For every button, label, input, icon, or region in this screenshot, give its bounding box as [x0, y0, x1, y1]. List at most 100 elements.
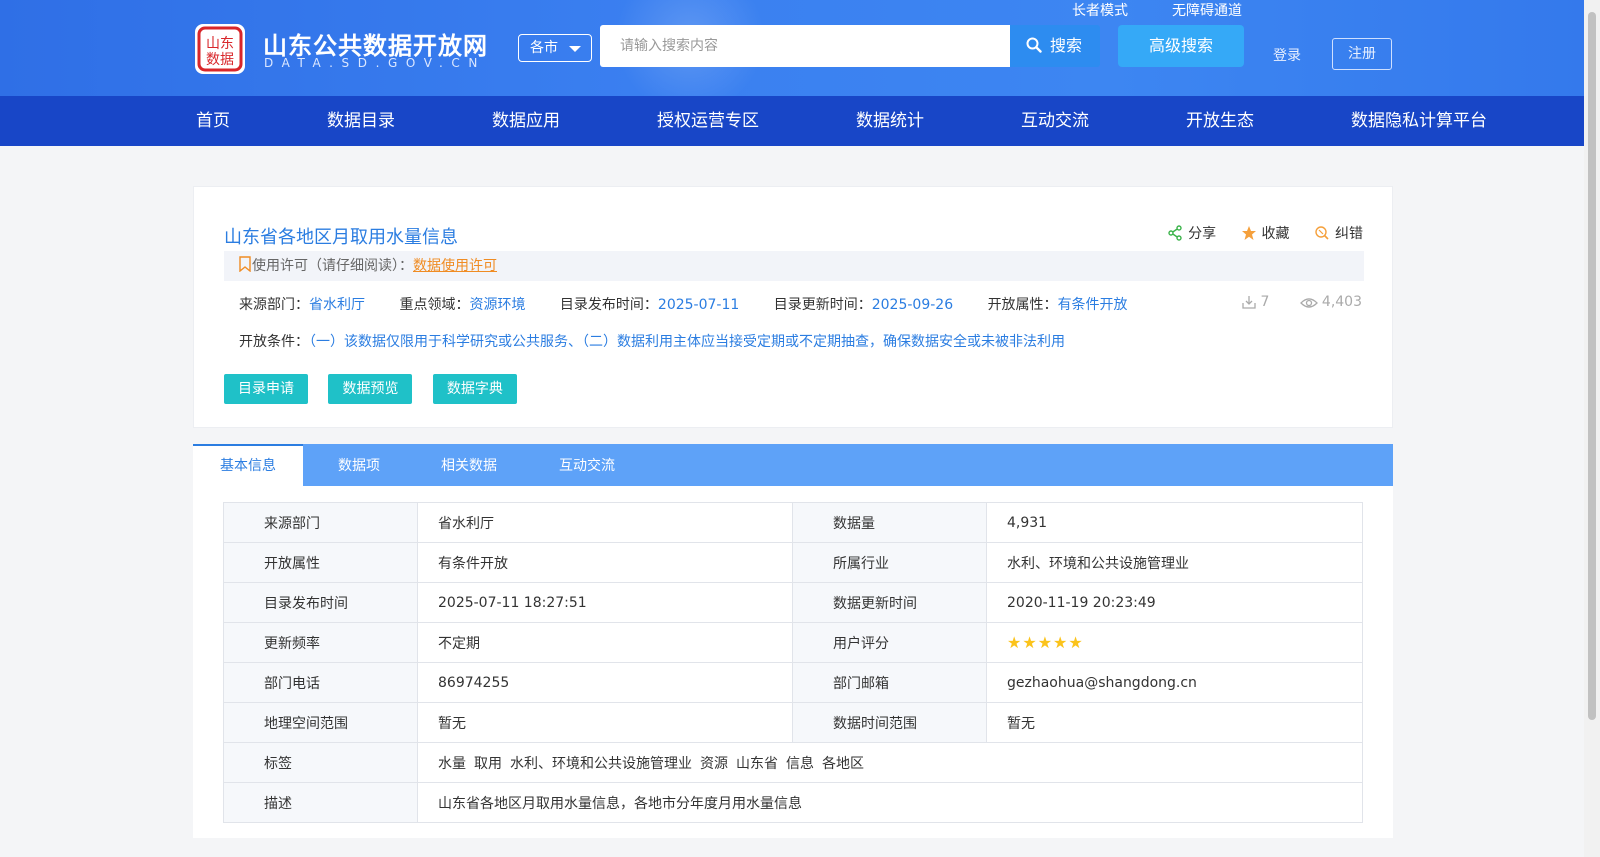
share-button[interactable]: 分享 — [1167, 223, 1216, 243]
city-select-label: 各市 — [530, 40, 558, 56]
domain-value[interactable]: 资源环境 — [469, 297, 525, 313]
nav-item-apps[interactable]: 数据应用 — [492, 96, 560, 146]
search-icon — [1026, 37, 1042, 53]
nav-item-ecosystem[interactable]: 开放生态 — [1186, 96, 1254, 146]
star-icon — [1241, 226, 1256, 240]
search-placeholder: 请输入搜索内容 — [620, 38, 718, 54]
tag[interactable]: 水量 — [438, 756, 466, 772]
source-value[interactable]: 省水利厅 — [309, 297, 365, 313]
row-label: 目录发布时间 — [223, 582, 418, 623]
site-logo[interactable]: 山东 数据 — [193, 22, 247, 76]
dataset-title: 山东省各地区月取用水量信息 — [224, 227, 458, 248]
search-input[interactable]: 请输入搜索内容 — [600, 25, 1010, 67]
share-label: 分享 — [1188, 226, 1217, 242]
row-value: 86974255 — [417, 662, 793, 703]
elder-mode-link[interactable]: 长者模式 — [1072, 0, 1128, 20]
row-label: 更新频率 — [223, 622, 418, 663]
tab-interaction[interactable]: 互动交流 — [537, 444, 637, 486]
row-label: 所属行业 — [792, 542, 987, 583]
advanced-search-button[interactable]: 高级搜索 — [1118, 25, 1244, 67]
update-value: 2025-09-26 — [871, 297, 954, 313]
row-value: 暂无 — [417, 702, 793, 743]
login-link[interactable]: 登录 — [1273, 45, 1301, 65]
tab-data-items[interactable]: 数据项 — [319, 444, 399, 486]
dataset-buttons: 目录申请 数据预览 数据字典 — [224, 374, 533, 404]
chevron-down-icon — [569, 46, 581, 52]
license-link[interactable]: 数据使用许可 — [413, 258, 497, 274]
domain-label: 重点领域： — [399, 297, 470, 313]
search-button-label: 搜索 — [1050, 36, 1083, 55]
accessibility-link[interactable]: 无障碍通道 — [1172, 0, 1242, 20]
rating-star-icon: ★ — [1022, 633, 1037, 652]
nav-item-home[interactable]: 首页 — [196, 96, 230, 146]
publish-label: 目录发布时间： — [559, 297, 658, 313]
row-label: 描述 — [223, 782, 418, 823]
tag[interactable]: 取用 — [474, 756, 502, 772]
data-preview-button[interactable]: 数据预览 — [328, 374, 413, 404]
tab-basic-info[interactable]: 基本信息 — [193, 444, 303, 486]
register-button[interactable]: 注册 — [1332, 38, 1392, 70]
tag[interactable]: 各地区 — [822, 756, 864, 772]
scrollbar-thumb[interactable] — [1588, 12, 1596, 720]
row-label: 部门电话 — [223, 662, 418, 703]
share-icon — [1168, 225, 1182, 241]
site-domain: DATA.SD.GOV.CN — [264, 56, 486, 70]
table-row: 开放属性 有条件开放 所属行业 水利、环境和公共设施管理业 — [223, 542, 1363, 583]
nav-item-privacy-computing[interactable]: 数据隐私计算平台 — [1351, 96, 1487, 146]
favorite-button[interactable]: 收藏 — [1241, 223, 1290, 243]
row-label: 数据量 — [792, 502, 987, 543]
correction-icon — [1315, 226, 1329, 240]
open-value: 有条件开放 — [1057, 297, 1128, 313]
catalog-apply-button[interactable]: 目录申请 — [224, 374, 308, 404]
nav-item-statistics[interactable]: 数据统计 — [856, 96, 924, 146]
table-row: 部门电话 86974255 部门邮箱 gezhaohua@shangdong.c… — [223, 662, 1363, 703]
row-value: 4,931 — [986, 502, 1363, 543]
nav-item-interaction[interactable]: 互动交流 — [1021, 96, 1089, 146]
page-scrollbar[interactable] — [1584, 0, 1600, 857]
tag[interactable]: 水利、环境和公共设施管理业 — [510, 756, 692, 772]
favorite-label: 收藏 — [1261, 226, 1290, 242]
correct-button[interactable]: 纠错 — [1314, 223, 1363, 243]
dataset-stats: 7 4,403 — [1215, 294, 1362, 314]
search-button[interactable]: 搜索 — [1010, 25, 1100, 67]
table-row: 更新频率 不定期 用户评分 ★★★★★ — [223, 622, 1363, 663]
row-label: 开放属性 — [223, 542, 418, 583]
dataset-meta: 来源部门：省水利厅 重点领域：资源环境 目录发布时间：2025-07-11 目录… — [239, 294, 1128, 314]
site-header: 山东 数据 山东公共数据开放网 DATA.SD.GOV.CN 各市 请输入搜索内… — [0, 0, 1584, 96]
tag[interactable]: 山东省 — [736, 756, 778, 772]
row-value: 不定期 — [417, 622, 793, 663]
tab-related-data[interactable]: 相关数据 — [419, 444, 519, 486]
download-count: 7 — [1241, 294, 1269, 310]
basic-info-panel: 来源部门 省水利厅 数据量 4,931 开放属性 有条件开放 所属行业 水利、环… — [193, 486, 1393, 838]
description-value: 山东省各地区月取用水量信息，各地市分年度月用水量信息 — [417, 782, 1363, 823]
main-nav: 首页 数据目录 数据应用 授权运营专区 数据统计 互动交流 开放生态 数据隐私计… — [0, 96, 1584, 146]
row-label: 用户评分 — [792, 622, 987, 663]
data-dictionary-button[interactable]: 数据字典 — [432, 374, 517, 404]
tag[interactable]: 资源 — [700, 756, 728, 772]
table-row: 目录发布时间 2025-07-11 18:27:51 数据更新时间 2020-1… — [223, 582, 1363, 623]
row-label: 来源部门 — [223, 502, 418, 543]
nav-item-catalog[interactable]: 数据目录 — [327, 96, 395, 146]
detail-tabs: 基本信息 数据项 相关数据 互动交流 — [193, 444, 1393, 486]
row-label: 地理空间范围 — [223, 702, 418, 743]
table-row: 来源部门 省水利厅 数据量 4,931 — [223, 502, 1363, 543]
tags-cell: 水量 取用 水利、环境和公共设施管理业 资源 山东省 信息 各地区 — [417, 742, 1363, 783]
bookmark-icon — [239, 256, 251, 273]
row-label: 部门邮箱 — [792, 662, 987, 703]
download-icon — [1241, 296, 1256, 309]
nav-item-authorized-ops[interactable]: 授权运营专区 — [657, 96, 759, 146]
row-value: 水利、环境和公共设施管理业 — [986, 542, 1363, 583]
row-label: 数据更新时间 — [792, 582, 987, 623]
license-bar: 使用许可（请仔细阅读）：数据使用许可 — [224, 251, 1364, 281]
source-label: 来源部门： — [239, 297, 309, 313]
table-row: 地理空间范围 暂无 数据时间范围 暂无 — [223, 702, 1363, 743]
eye-icon — [1299, 298, 1318, 308]
svg-text:山东: 山东 — [206, 36, 234, 52]
tag[interactable]: 信息 — [786, 756, 814, 772]
row-value: 有条件开放 — [417, 542, 793, 583]
city-select[interactable]: 各市 — [518, 34, 592, 62]
basic-info-table: 来源部门 省水利厅 数据量 4,931 开放属性 有条件开放 所属行业 水利、环… — [223, 502, 1363, 823]
open-conditions: 开放条件：（一）该数据仅限用于科学研究或公共服务、（二）数据利用主体应当接受定期… — [239, 331, 1065, 351]
dataset-actions: 分享 收藏 纠错 — [1147, 223, 1363, 245]
open-label: 开放属性： — [987, 297, 1058, 313]
